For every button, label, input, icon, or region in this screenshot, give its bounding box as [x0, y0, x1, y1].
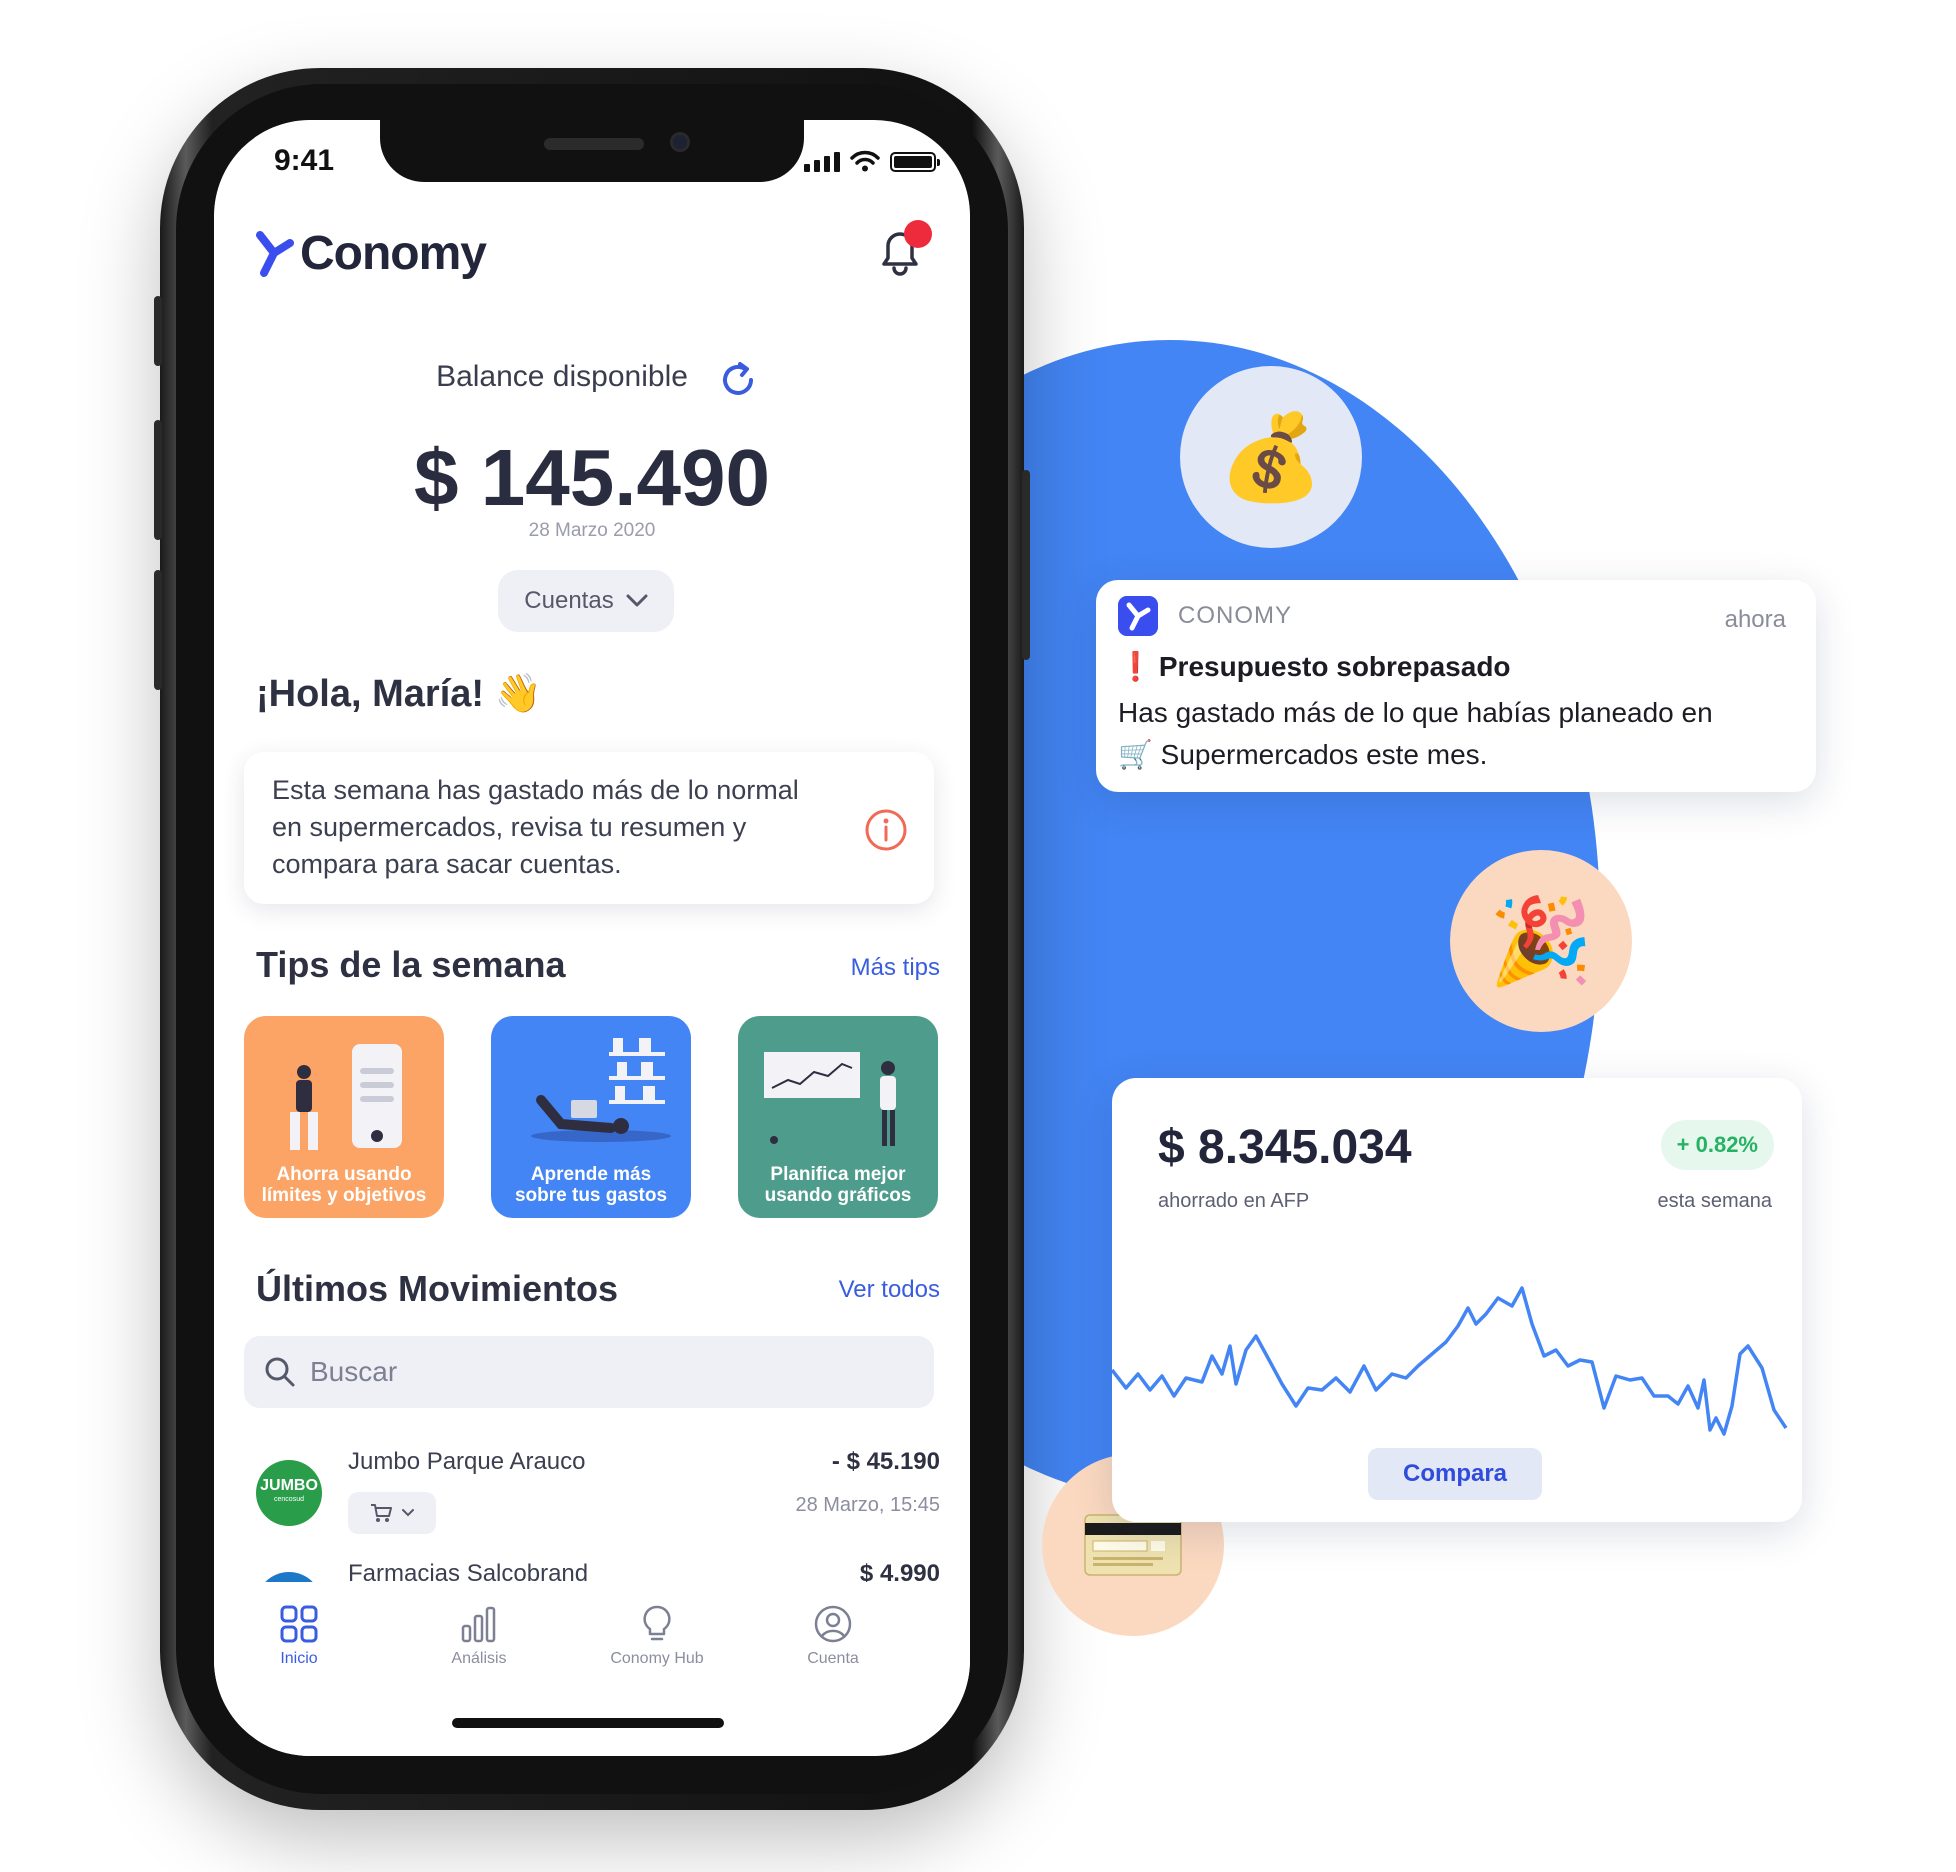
afp-change-badge: + 0.82% [1660, 1120, 1774, 1170]
compare-button[interactable]: Compara [1368, 1448, 1542, 1500]
home-indicator [452, 1718, 724, 1728]
party-bubble: 🎉 [1450, 850, 1632, 1032]
afp-amount: $ 8.345.034 [1158, 1121, 1412, 1174]
money-bag-icon: 💰 [1218, 409, 1324, 504]
phone-screen: 9:41 Conomy Balance disponible $ 145.490… [214, 120, 970, 1756]
conomy-logo-icon [256, 230, 294, 277]
search-input[interactable]: Buscar [244, 1336, 934, 1408]
app-logo: Conomy [256, 226, 487, 281]
notch [380, 120, 804, 182]
tip-label: Ahorra usando límites y objetivos [261, 1164, 427, 1206]
conomy-app-icon [1118, 596, 1158, 636]
notification-body: Has gastado más de lo que habías planead… [1118, 697, 1713, 770]
grid-icon [280, 1605, 318, 1643]
transaction-row[interactable]: JUMBO cencosud Jumbo Parque Arauco - $ 45… [256, 1448, 940, 1548]
tab-conomy-hub[interactable]: Conomy Hub [582, 1604, 732, 1668]
tab-label: Análisis [451, 1650, 507, 1667]
user-circle-icon [814, 1605, 852, 1643]
search-icon [265, 1357, 295, 1387]
more-tips-link[interactable]: Más tips [851, 954, 940, 982]
balance-label: Balance disponible [436, 360, 688, 393]
merchant-logo: JUMBO cencosud [256, 1460, 322, 1526]
notification-title: ❗ Presupuesto sobrepasado [1118, 651, 1511, 682]
tips-title: Tips de la semana [256, 944, 566, 985]
tab-label: Cuenta [807, 1650, 859, 1667]
money-bag-bubble: 💰 [1180, 366, 1362, 548]
balance-date: 28 Marzo 2020 [528, 520, 656, 541]
credit-card-icon [1084, 1514, 1182, 1576]
status-icons [804, 150, 940, 172]
transaction-amount: - $ 45.190 [831, 1448, 940, 1475]
accounts-label: Cuentas [524, 587, 614, 614]
tab-inicio[interactable]: Inicio [224, 1604, 374, 1668]
insight-card[interactable]: Esta semana has gastado más de lo normal… [244, 752, 934, 904]
afp-savings-card: $ 8.345.034 ahorrado en AFP + 0.82% esta… [1112, 1078, 1802, 1522]
tip-illustration-expenses [531, 1038, 671, 1142]
merchant-name: Jumbo Parque Arauco [348, 1448, 586, 1475]
afp-change-subtitle: esta semana [1657, 1190, 1772, 1212]
chevron-down-icon [626, 594, 648, 607]
notification-time: ahora [1724, 606, 1786, 633]
accounts-dropdown[interactable]: Cuentas [498, 570, 674, 632]
tab-cuenta[interactable]: Cuenta [758, 1604, 908, 1668]
tip-illustration-charts [764, 1052, 896, 1146]
tip-card-charts[interactable]: Planifica mejor usando gráficos [738, 1016, 938, 1218]
status-time: 9:41 [274, 144, 335, 177]
tab-label: Inicio [280, 1650, 318, 1667]
see-all-link[interactable]: Ver todos [839, 1276, 940, 1304]
signal-icon [804, 152, 840, 172]
category-dropdown[interactable] [348, 1492, 436, 1534]
greeting: ¡Hola, María! 👋 [256, 673, 542, 715]
wifi-icon [850, 150, 880, 172]
cart-icon [371, 1504, 392, 1522]
afp-sparkline [1112, 1286, 1788, 1436]
app-name: Conomy [300, 227, 487, 280]
bar-chart-icon [461, 1606, 496, 1643]
tip-label: Planifica mejor usando gráficos [764, 1164, 912, 1206]
search-placeholder: Buscar [310, 1356, 398, 1387]
tab-label: Conomy Hub [610, 1650, 704, 1667]
tip-card-expenses[interactable]: Aprende más sobre tus gastos [491, 1016, 691, 1218]
tab-bar: Inicio Análisis Conomy Hub Cuenta [214, 1582, 970, 1756]
lightbulb-icon [643, 1605, 671, 1641]
battery-icon [890, 152, 940, 172]
tip-card-limits[interactable]: Ahorra usando límites y objetivos [244, 1016, 444, 1218]
refresh-icon[interactable] [718, 360, 758, 400]
transaction-date: 28 Marzo, 15:45 [795, 1494, 940, 1516]
notification-app-name: CONOMY [1178, 602, 1292, 629]
exclamation-icon: ❗ [1118, 651, 1153, 682]
insight-text: Esta semana has gastado más de lo normal… [272, 775, 799, 879]
tip-illustration-limits [290, 1044, 402, 1150]
party-popper-icon: 🎉 [1488, 893, 1594, 988]
info-icon[interactable] [864, 808, 908, 852]
afp-subtitle: ahorrado en AFP [1158, 1190, 1310, 1212]
notification-dot [904, 220, 932, 248]
tip-label: Aprende más sobre tus gastos [514, 1164, 668, 1206]
tab-analisis[interactable]: Análisis [404, 1604, 554, 1668]
chevron-down-icon [402, 1509, 414, 1517]
balance-amount: $ 145.490 [414, 433, 770, 522]
push-notification[interactable]: CONOMY ahora ❗ Presupuesto sobrepasado Ha… [1096, 580, 1816, 792]
movements-title: Últimos Movimientos [256, 1268, 619, 1309]
